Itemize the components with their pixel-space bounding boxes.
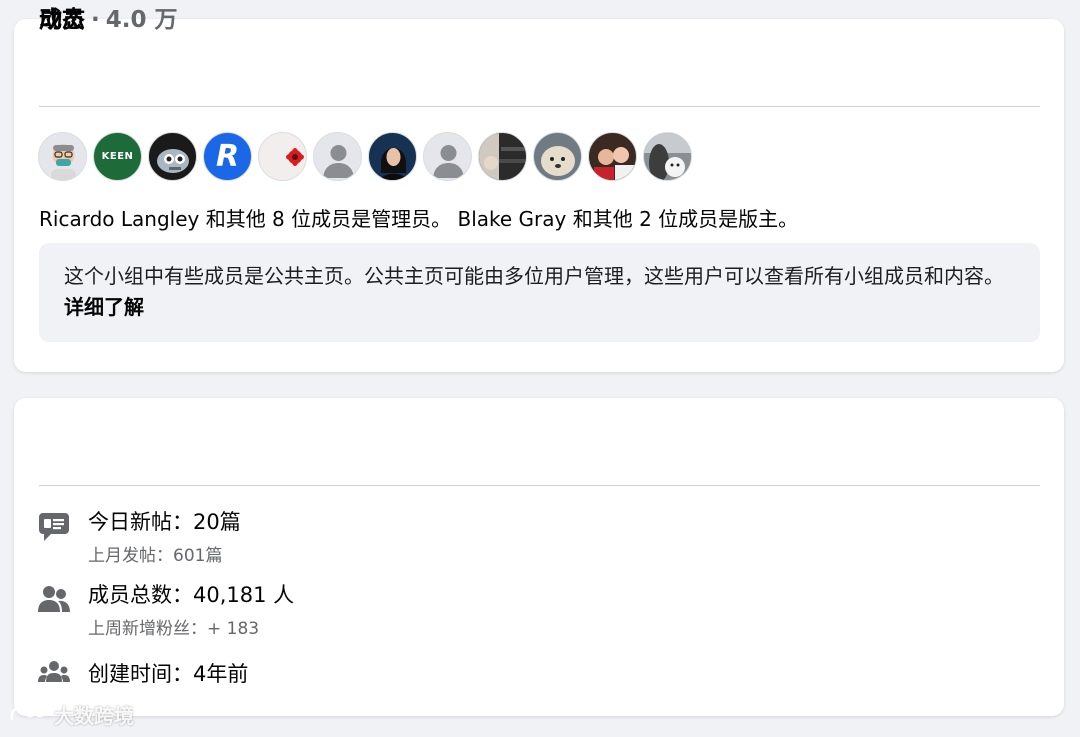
person-with-dog-avatar[interactable] (643, 132, 692, 181)
r-logo-avatar[interactable]: R (203, 132, 252, 181)
r-logo-text: R (215, 139, 240, 174)
title-separator: · (91, 7, 100, 33)
posts-today: 今日新帖：20篇 (88, 510, 241, 534)
woman-portrait-avatar[interactable] (368, 132, 417, 181)
posts-last-month: 上月发帖：601篇 (88, 546, 223, 566)
activity-divider (39, 485, 1040, 486)
learn-more-link[interactable]: 详细了解 (64, 295, 144, 319)
keen-avatar[interactable]: KEEN (93, 132, 142, 181)
two-people-icon (38, 586, 70, 612)
members-count: 4.0 万 (105, 7, 178, 33)
group-icon (38, 661, 70, 682)
member-avatar-list: KEEN R (38, 132, 692, 181)
created-time: 创建时间：4年前 (88, 662, 249, 686)
chat-bubble-icon (39, 513, 69, 541)
pages-notice: 这个小组中有些成员是公共主页。公共主页可能由多位用户管理，这些用户可以查看所有小… (39, 243, 1040, 342)
pages-notice-text: 这个小组中有些成员是公共主页。公共主页可能由多位用户管理，这些用户可以查看所有小… (64, 264, 1004, 288)
memoji-avatar[interactable] (38, 132, 87, 181)
admins-moderators-text: Ricardo Langley 和其他 8 位成员是管理员。 Blake Gra… (39, 207, 799, 231)
dog-avatar[interactable] (533, 132, 582, 181)
watermark: 大数跨境 (8, 700, 134, 729)
new-followers-last-week: 上周新增粉丝：+ 183 (88, 619, 260, 639)
robot-avatar[interactable] (148, 132, 197, 181)
watermark-logo-icon (10, 704, 47, 720)
members-divider (39, 106, 1040, 107)
photo-avatar-1[interactable] (478, 132, 527, 181)
default-avatar-1[interactable] (313, 132, 362, 181)
activity-title: 动态 (39, 7, 85, 33)
default-avatar-2[interactable] (423, 132, 472, 181)
flower-avatar[interactable] (258, 132, 307, 181)
watermark-text: 大数跨境 (54, 704, 134, 728)
total-members: 成员总数：40,181 人 (88, 583, 295, 607)
keen-logo-text: KEEN (101, 151, 134, 162)
couple-avatar[interactable] (588, 132, 637, 181)
